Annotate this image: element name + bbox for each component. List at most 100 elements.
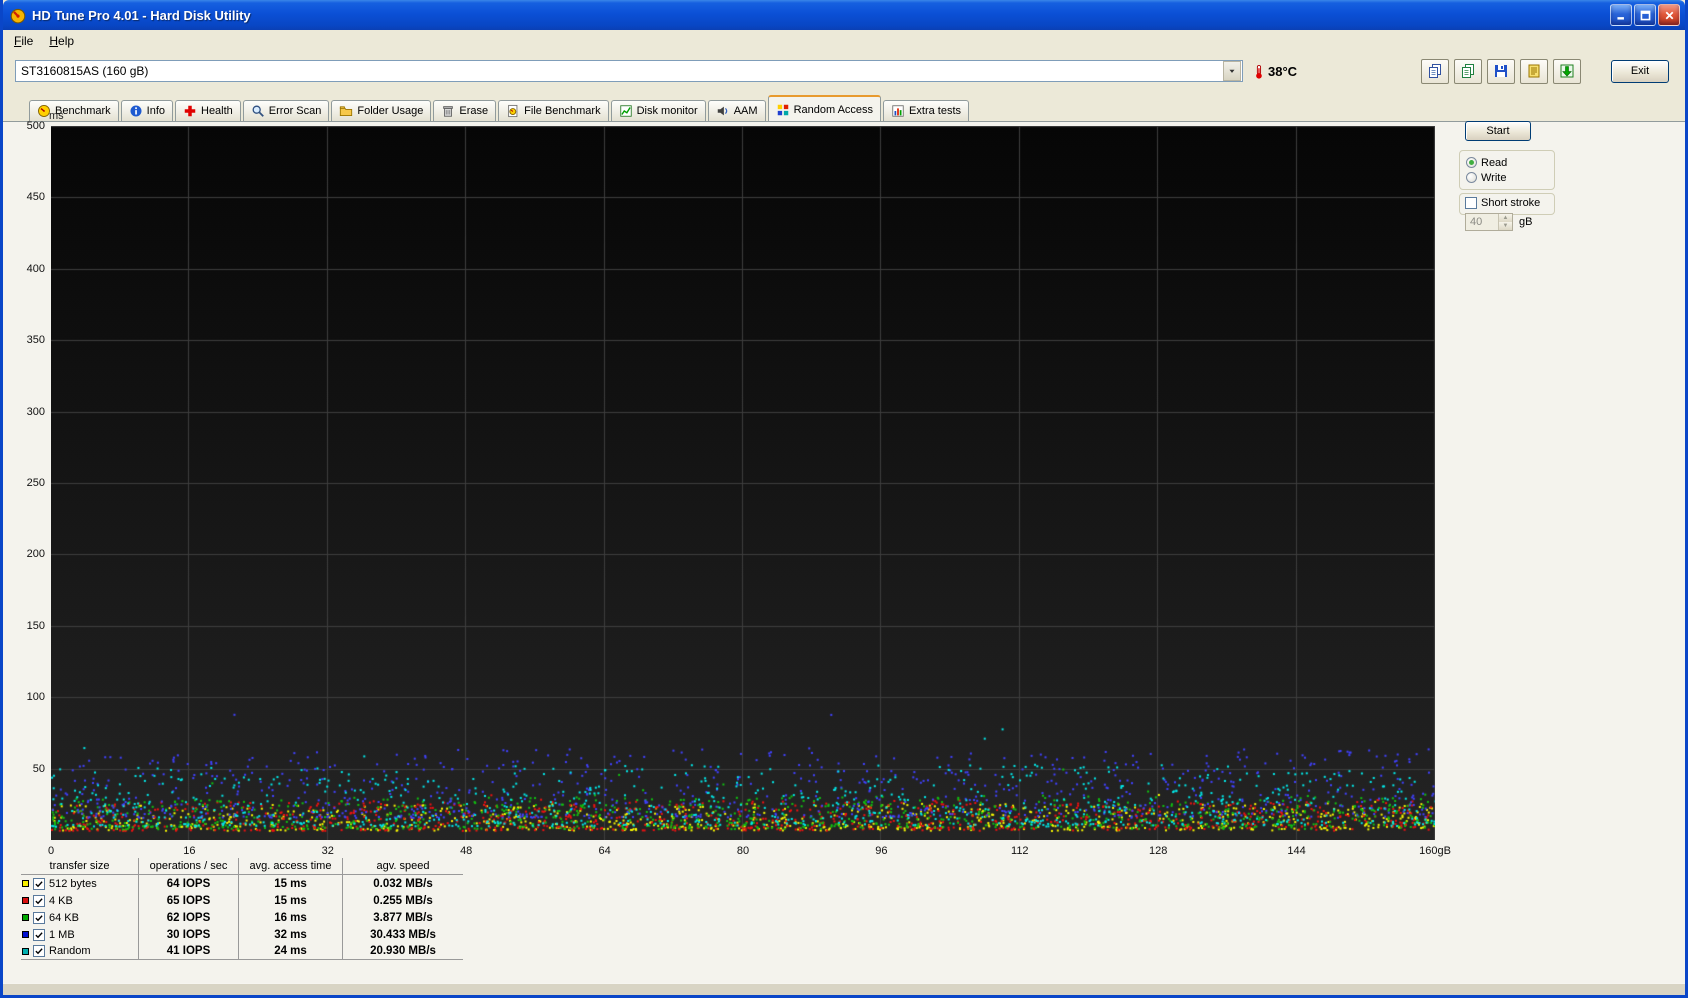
tab-benchmark[interactable]: Benchmark xyxy=(29,100,119,121)
x-tick-label: 32 xyxy=(321,845,334,857)
read-label: Read xyxy=(1481,156,1508,169)
series-label: 4 KB xyxy=(49,894,73,907)
avg-speed-value: 0.255 MB/s xyxy=(373,894,433,907)
tab-aam[interactable]: AAM xyxy=(707,100,766,121)
dropdown-arrow-icon[interactable] xyxy=(1223,61,1241,81)
tab-health[interactable]: Health xyxy=(175,100,241,121)
y-axis-unit-label: ms xyxy=(49,110,64,122)
iops-value: 64 IOPS xyxy=(139,875,239,892)
series-label: Random xyxy=(49,945,91,957)
info-icon xyxy=(129,104,143,118)
health-icon xyxy=(183,104,197,118)
drive-select-value: ST3160815AS (160 gB) xyxy=(21,64,149,78)
write-option[interactable]: Write xyxy=(1466,170,1548,185)
spin-down-icon[interactable]: ▼ xyxy=(1499,222,1512,230)
read-radio[interactable] xyxy=(1466,157,1477,168)
tab-random-access[interactable]: Random Access xyxy=(767,95,882,121)
short-stroke-option[interactable]: Short stroke xyxy=(1465,197,1549,209)
series-checkbox[interactable] xyxy=(33,928,45,941)
x-tick-label: 160gB xyxy=(1419,845,1451,857)
avg-speed-value: 30.433 MB/s xyxy=(370,928,436,941)
page-copy-icon xyxy=(1427,63,1443,79)
tab-extra-tests[interactable]: Extra tests xyxy=(883,100,970,121)
series-label: 64 KB xyxy=(49,911,79,924)
y-tick-label: 250 xyxy=(26,477,45,489)
results-table: transfer size operations / sec avg. acce… xyxy=(21,858,463,960)
short-stroke-label: Short stroke xyxy=(1481,197,1541,209)
maximize-icon xyxy=(1639,9,1652,22)
save-text-icon xyxy=(1526,63,1542,79)
save-screenshot-button[interactable] xyxy=(1487,58,1515,84)
tab-label: Extra tests xyxy=(909,105,962,117)
tab-disk-monitor[interactable]: Disk monitor xyxy=(610,100,706,121)
exit-button[interactable]: Exit xyxy=(1611,59,1669,83)
tab-label: Health xyxy=(201,105,233,117)
series-label: 512 bytes xyxy=(49,877,97,890)
save-icon xyxy=(1493,63,1509,79)
export-button[interactable] xyxy=(1553,58,1581,84)
folder-usage-icon xyxy=(339,104,353,118)
y-tick-label: 350 xyxy=(26,334,45,347)
save-text-button[interactable] xyxy=(1520,58,1548,84)
window-bottom-edge xyxy=(3,983,1685,995)
tab-file-benchmark[interactable]: File Benchmark xyxy=(498,100,609,121)
app-window: HD Tune Pro 4.01 - Hard Disk Utility Fil… xyxy=(0,0,1688,998)
menu-file[interactable]: File xyxy=(6,32,41,50)
col-header-avg-speed: agv. speed xyxy=(343,858,463,875)
series-checkbox[interactable] xyxy=(33,911,45,924)
tab-label: Erase xyxy=(459,105,489,117)
col-header-transfer-size: transfer size xyxy=(21,858,139,875)
short-stroke-checkbox[interactable] xyxy=(1465,197,1477,209)
tab-label: Folder Usage xyxy=(357,105,424,117)
series-color-swatch xyxy=(22,897,29,904)
y-tick-label: 100 xyxy=(26,691,45,704)
drive-toolbar: ST3160815AS (160 gB) 38°C Exit xyxy=(3,51,1685,91)
tab-label: Disk monitor xyxy=(636,105,698,117)
series-checkbox[interactable] xyxy=(33,894,45,907)
iops-value: 62 IOPS xyxy=(139,909,239,926)
tab-erase[interactable]: Erase xyxy=(433,100,497,121)
series-checkbox[interactable] xyxy=(33,877,45,890)
minimize-button[interactable] xyxy=(1610,4,1632,26)
short-stroke-group: Short stroke xyxy=(1459,193,1555,215)
hdtune-logo-icon xyxy=(9,6,27,24)
tab-info[interactable]: Info xyxy=(120,100,173,121)
tab-folder-usage[interactable]: Folder Usage xyxy=(331,100,432,121)
copy-data-button[interactable] xyxy=(1454,58,1482,84)
tab-label: Error Scan xyxy=(268,105,322,117)
window-title: HD Tune Pro 4.01 - Hard Disk Utility xyxy=(32,7,251,23)
iops-value: 65 IOPS xyxy=(139,892,239,909)
read-option[interactable]: Read xyxy=(1466,155,1548,170)
drive-select[interactable]: ST3160815AS (160 gB) xyxy=(15,60,1243,82)
random-access-icon xyxy=(776,103,790,117)
x-tick-label: 96 xyxy=(875,845,888,857)
erase-icon xyxy=(441,104,455,118)
col-header-operations: operations / sec xyxy=(139,858,239,875)
tab-error-scan[interactable]: Error Scan xyxy=(242,100,330,121)
y-tick-label: 150 xyxy=(26,619,45,632)
start-button[interactable]: Start xyxy=(1465,121,1531,141)
short-stroke-size-row: 40 ▲ ▼ gB xyxy=(1465,213,1532,231)
series-label: 1 MB xyxy=(49,928,75,941)
short-stroke-size-input[interactable]: 40 ▲ ▼ xyxy=(1465,213,1513,231)
spin-up-icon[interactable]: ▲ xyxy=(1499,214,1512,222)
access-time-value: 15 ms xyxy=(239,892,343,909)
write-radio[interactable] xyxy=(1466,172,1477,183)
table-row-series: Random xyxy=(21,943,139,960)
table-row-series: 1 MB xyxy=(21,926,139,943)
series-checkbox[interactable] xyxy=(33,945,45,957)
window-controls xyxy=(1610,4,1680,26)
short-stroke-unit-label: gB xyxy=(1519,216,1533,228)
tab-bar: Benchmark Info Health Error Scan Folder Usag… xyxy=(3,93,1685,121)
maximize-button[interactable] xyxy=(1634,4,1656,26)
title-bar: HD Tune Pro 4.01 - Hard Disk Utility xyxy=(3,0,1685,30)
menu-help[interactable]: Help xyxy=(41,32,82,50)
thermometer-icon xyxy=(1251,64,1266,79)
extra-tests-icon xyxy=(891,104,905,118)
menu-bar: File Help xyxy=(3,30,1685,51)
copy-graph-button[interactable] xyxy=(1421,58,1449,84)
x-tick-label: 144 xyxy=(1287,845,1306,857)
x-tick-label: 64 xyxy=(598,845,611,857)
close-button[interactable] xyxy=(1658,4,1680,26)
export-icon xyxy=(1559,63,1575,79)
